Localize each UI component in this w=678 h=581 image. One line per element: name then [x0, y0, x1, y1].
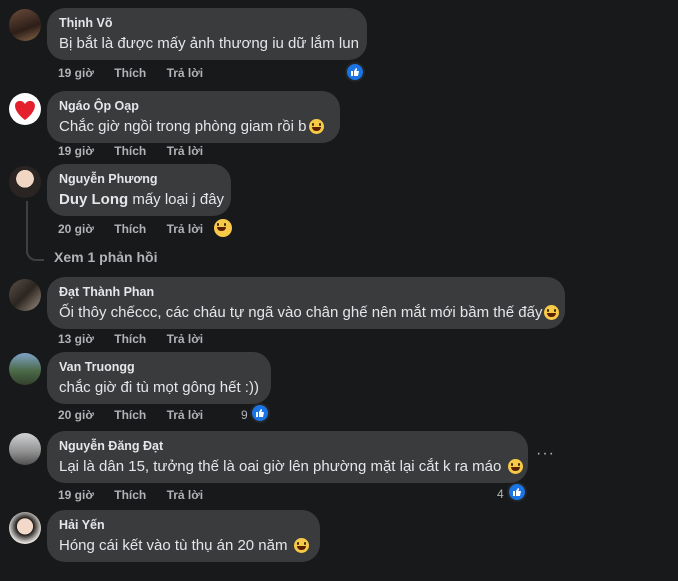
comment-actions: 20 giờ Thích Trả lời — [58, 222, 220, 236]
avatar[interactable] — [9, 9, 41, 41]
comment-bubble: Ngáo Ộp Oạp Chắc giờ ngồi trong phòng gi… — [47, 91, 340, 143]
comment-time[interactable]: 20 giờ — [58, 222, 94, 236]
like-button[interactable]: Thích — [114, 66, 146, 80]
avatar[interactable] — [9, 93, 41, 125]
comment-actions: 20 giờ Thích Trả lời — [58, 408, 220, 422]
reply-button[interactable]: Trả lời — [167, 488, 204, 502]
comment-text: Lại là dân 15, tưởng thế là oai giờ lên … — [59, 457, 523, 477]
comment-actions: 13 giờ Thích Trả lời — [58, 332, 220, 346]
comment-author[interactable]: Đạt Thành Phan — [59, 285, 553, 300]
crying-emoji-icon — [544, 305, 560, 320]
like-button[interactable]: Thích — [114, 332, 146, 346]
laughing-emoji-icon — [308, 119, 324, 134]
laughing-reaction-icon[interactable] — [214, 219, 232, 237]
comment-author[interactable]: Van Truongg — [59, 360, 259, 375]
reply-button[interactable]: Trả lời — [167, 408, 204, 422]
avatar[interactable] — [9, 433, 41, 465]
reply-button[interactable]: Trả lời — [167, 66, 204, 80]
more-options-button[interactable]: ··· — [536, 445, 555, 463]
comment-actions: 19 giờ Thích Trả lời — [58, 144, 220, 158]
comment-bubble: Hải Yến Hóng cái kết vào tù thụ án 20 nă… — [47, 510, 320, 562]
comment-time[interactable]: 19 giờ — [58, 66, 94, 80]
reply-button[interactable]: Trả lời — [167, 332, 204, 346]
like-button[interactable]: Thích — [114, 144, 146, 158]
comment-actions: 19 giờ Thích Trả lời — [58, 66, 220, 80]
heart-icon — [15, 100, 35, 120]
comment-bubble: Thịnh Võ Bị bắt là được mấy ảnh thương i… — [47, 8, 367, 60]
comment-text: Hóng cái kết vào tù thụ án 20 năm — [59, 536, 309, 556]
like-reaction-icon[interactable] — [345, 62, 365, 82]
avatar[interactable] — [9, 512, 41, 544]
avatar[interactable] — [9, 279, 41, 311]
comment-text: Chắc giờ ngồi trong phòng giam rồi b — [59, 117, 328, 137]
like-reaction-icon[interactable] — [507, 482, 527, 502]
view-replies-link[interactable]: Xem 1 phản hồi — [54, 249, 157, 265]
comment-time[interactable]: 19 giờ — [58, 144, 94, 158]
comment-author[interactable]: Nguyễn Phương — [59, 172, 219, 187]
comment-time[interactable]: 20 giờ — [58, 408, 94, 422]
like-button[interactable]: Thích — [114, 488, 146, 502]
avatar[interactable] — [9, 353, 41, 385]
reaction-count[interactable]: 4 — [497, 487, 504, 501]
comment-bubble: Van Truongg chắc giờ đi tù mọt gông hết … — [47, 352, 271, 404]
thread-elbow — [26, 247, 44, 261]
reaction-count[interactable]: 9 — [241, 408, 248, 422]
reply-button[interactable]: Trả lời — [167, 222, 204, 236]
like-reaction-icon[interactable] — [250, 403, 270, 423]
comment-time[interactable]: 19 giờ — [58, 488, 94, 502]
like-button[interactable]: Thích — [114, 408, 146, 422]
comment-bubble: Nguyễn Đăng Đạt Lại là dân 15, tưởng thế… — [47, 431, 528, 483]
like-button[interactable]: Thích — [114, 222, 146, 236]
comment-author[interactable]: Hải Yến — [59, 518, 308, 533]
comment-text: Duy Long mấy loại j đây — [59, 190, 224, 210]
comment-bubble: Nguyễn Phương Duy Long mấy loại j đây — [47, 164, 231, 216]
reply-button[interactable]: Trả lời — [167, 144, 204, 158]
comment-text-content: Lại là dân 15, tưởng thế là oai giờ lên … — [59, 458, 502, 475]
comment-text-content: Hóng cái kết vào tù thụ án 20 năm — [59, 537, 288, 554]
mention-link[interactable]: Duy Long — [59, 191, 128, 208]
comment-text: Ối thôy chếccc, các cháu tự ngã vào chân… — [59, 303, 560, 323]
comment-author[interactable]: Thịnh Võ — [59, 16, 355, 31]
avatar[interactable] — [9, 166, 41, 198]
laughing-emoji-icon — [293, 538, 309, 553]
comment-bubble: Đạt Thành Phan Ối thôy chếccc, các cháu … — [47, 277, 565, 329]
comment-actions: 19 giờ Thích Trả lời — [58, 488, 220, 502]
thread-line — [26, 201, 28, 249]
grinning-emoji-icon — [507, 459, 523, 474]
comment-author[interactable]: Nguyễn Đăng Đạt — [59, 439, 516, 454]
comment-text-content: Chắc giờ ngồi trong phòng giam rồi b — [59, 118, 307, 135]
comment-time[interactable]: 13 giờ — [58, 332, 94, 346]
comment-author[interactable]: Ngáo Ộp Oạp — [59, 99, 328, 114]
comment-text-content: Ối thôy chếccc, các cháu tự ngã vào chân… — [59, 304, 543, 321]
comment-text: Bị bắt là được mấy ảnh thương iu dữ lắm … — [59, 35, 359, 52]
comment-text: chắc giờ đi tù mọt gông hết :)) — [59, 379, 259, 396]
comment-text-content: mấy loại j đây — [132, 191, 225, 208]
